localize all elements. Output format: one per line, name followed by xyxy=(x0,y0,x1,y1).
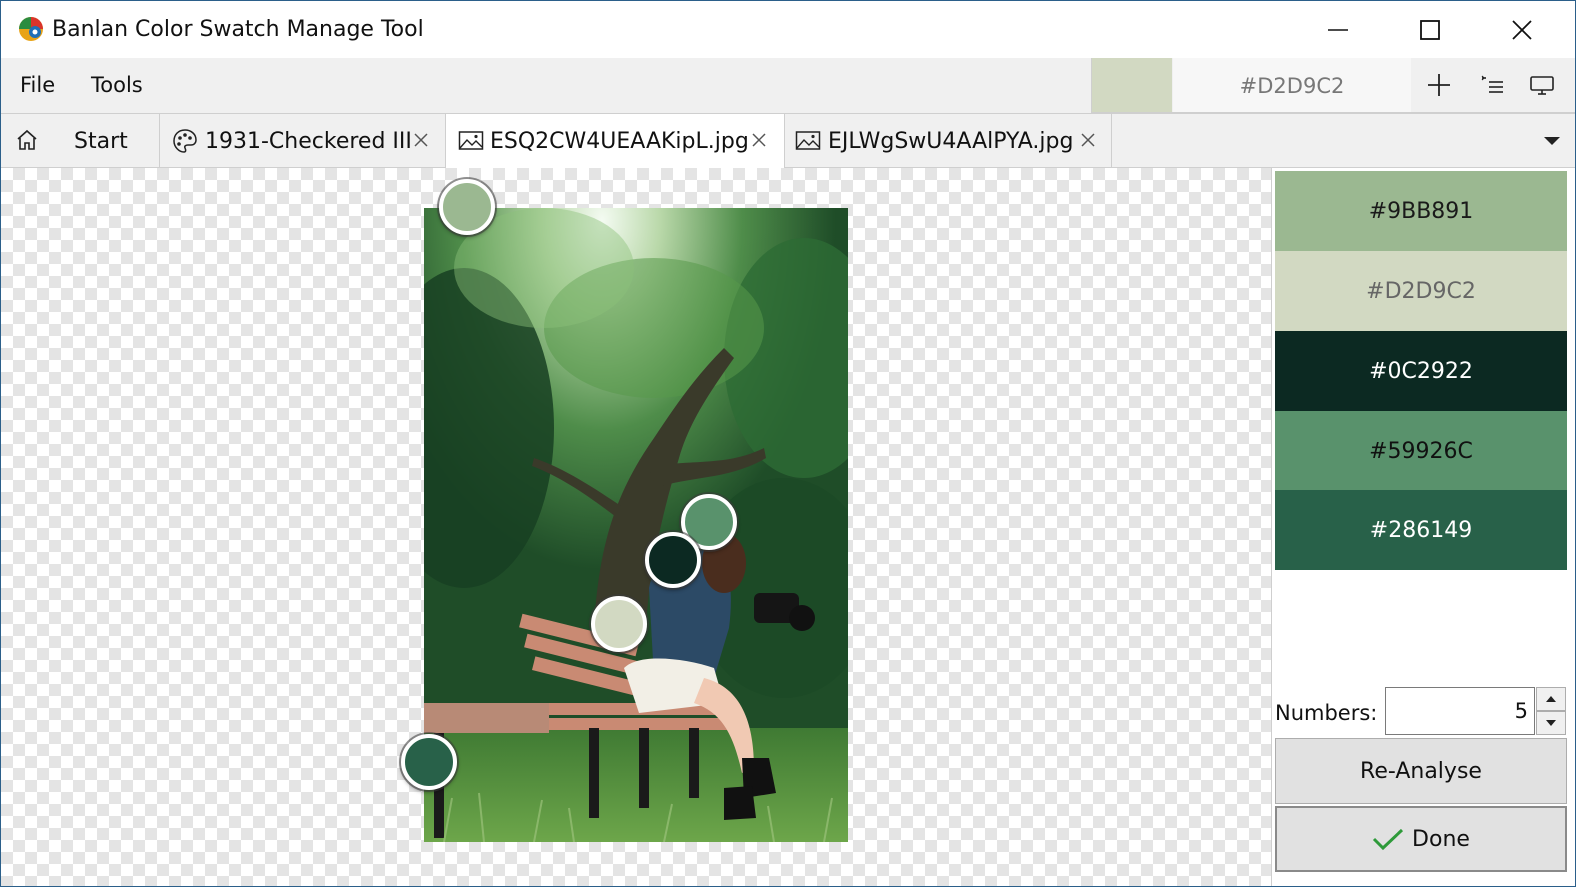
current-color-swatch[interactable] xyxy=(1092,58,1172,112)
tab-list-dropdown[interactable] xyxy=(1537,126,1567,156)
swatch-item[interactable]: #D2D9C2 xyxy=(1275,251,1567,331)
menu-bar: File Tools xyxy=(1,58,1091,113)
tab-close-button[interactable] xyxy=(1077,128,1099,152)
analysed-photo xyxy=(424,208,848,842)
numbers-decrement-button[interactable] xyxy=(1536,711,1566,735)
current-color-hex[interactable]: #D2D9C2 xyxy=(1173,58,1411,112)
chevron-down-icon xyxy=(1544,137,1560,145)
reanalyse-label: Re-Analyse xyxy=(1360,758,1482,784)
close-icon xyxy=(752,133,766,147)
close-button[interactable] xyxy=(1476,1,1568,58)
tab-palette[interactable]: 1931-Checkered III xyxy=(160,114,446,168)
add-color-button[interactable] xyxy=(1413,58,1465,112)
swatch-item[interactable]: #9BB891 xyxy=(1275,171,1567,251)
tab-label: Start xyxy=(74,129,128,154)
minimize-icon xyxy=(1328,28,1348,31)
numbers-label: Numbers: xyxy=(1275,701,1378,725)
swatch-item[interactable]: #0C2922 xyxy=(1275,331,1567,411)
screen-button[interactable] xyxy=(1516,58,1568,112)
maximize-icon xyxy=(1420,19,1440,40)
swatch-item[interactable]: #59926C xyxy=(1275,411,1567,491)
done-button[interactable]: Done xyxy=(1275,806,1567,872)
photo-illustration xyxy=(424,208,848,842)
tab-label: ESQ2CW4UEAAKipL.jpg xyxy=(490,129,749,154)
menu-file[interactable]: File xyxy=(20,58,55,113)
screen-icon xyxy=(1530,76,1554,95)
chevron-down-icon xyxy=(1546,720,1556,726)
close-icon xyxy=(1512,19,1532,40)
swatch-item[interactable]: #286149 xyxy=(1275,490,1567,570)
color-marker-d2d9c2[interactable] xyxy=(591,596,647,652)
tab-close-button[interactable] xyxy=(748,128,770,152)
list-icon xyxy=(1481,75,1503,93)
swatch-panel: #9BB891 #D2D9C2 #0C2922 #59926C #286149 … xyxy=(1271,168,1575,886)
numbers-input[interactable]: 5 xyxy=(1385,687,1535,735)
tab-close-button[interactable] xyxy=(410,128,432,152)
image-icon xyxy=(458,131,484,150)
tab-start[interactable]: Start xyxy=(1,114,160,168)
checkmark-icon xyxy=(1372,828,1404,851)
tab-label: EJLWgSwU4AAlPYA.jpg xyxy=(828,129,1074,154)
window-title: Banlan Color Swatch Manage Tool xyxy=(52,17,424,42)
done-label: Done xyxy=(1412,826,1470,852)
tab-image-active[interactable]: ESQ2CW4UEAAKipL.jpg xyxy=(446,114,785,169)
banlan-logo-icon xyxy=(19,17,43,41)
tab-label: 1931-Checkered III xyxy=(205,129,412,154)
chevron-up-icon xyxy=(1546,696,1556,702)
tab-image[interactable]: EJLWgSwU4AAlPYA.jpg xyxy=(785,114,1112,168)
color-marker-286149[interactable] xyxy=(401,734,457,790)
maximize-button[interactable] xyxy=(1384,1,1476,58)
current-color-bar: #D2D9C2 xyxy=(1091,58,1575,113)
tab-bar: Start 1931-Checkered III ESQ2CW4UEAAKipL… xyxy=(1,113,1575,169)
image-icon xyxy=(795,131,821,150)
palette-icon xyxy=(173,129,197,153)
reanalyse-button[interactable]: Re-Analyse xyxy=(1275,738,1567,804)
minimize-button[interactable] xyxy=(1292,1,1384,58)
numbers-increment-button[interactable] xyxy=(1536,687,1566,711)
list-button[interactable] xyxy=(1466,58,1518,112)
close-icon xyxy=(414,133,428,147)
image-canvas[interactable] xyxy=(1,168,1271,886)
title-bar: Banlan Color Swatch Manage Tool xyxy=(1,1,1575,58)
color-marker-0c2922[interactable] xyxy=(645,532,701,588)
add-icon xyxy=(1428,74,1450,96)
color-marker-9bb891[interactable] xyxy=(439,179,495,235)
app-window: Banlan Color Swatch Manage Tool File Too… xyxy=(0,0,1576,887)
close-icon xyxy=(1081,133,1095,147)
home-icon xyxy=(17,129,37,150)
menu-tools[interactable]: Tools xyxy=(91,58,143,113)
